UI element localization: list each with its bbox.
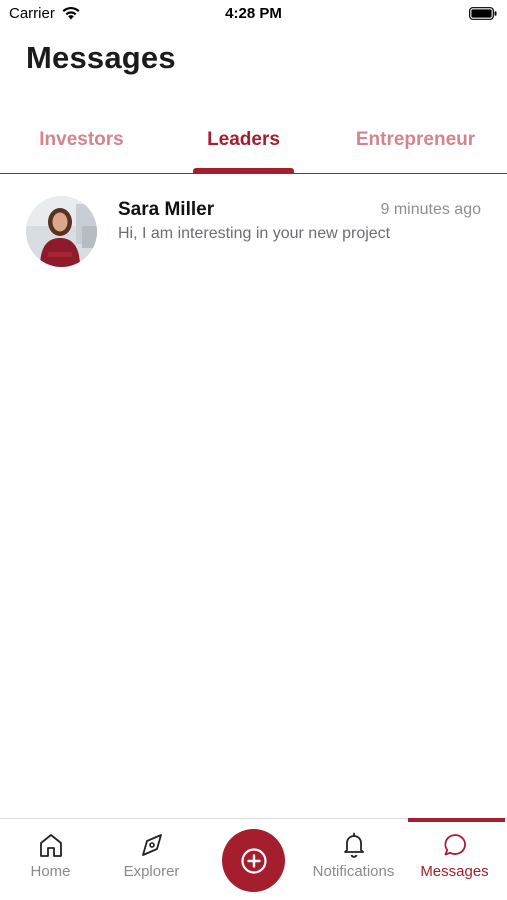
tab-entrepreneur[interactable]: Entrepreneur [324,106,507,174]
nav-messages-label: Messages [420,863,489,880]
compass-icon [141,834,162,856]
nav-explorer-label: Explorer [123,863,180,880]
tab-investors[interactable]: Investors [0,106,163,174]
nav-home[interactable]: Home [0,819,101,900]
bell-icon [343,832,364,858]
sender-name: Sara Miller [118,199,215,220]
active-tab-indicator [193,168,294,173]
nav-messages[interactable]: Messages [404,819,505,900]
plus-circle-icon [240,847,267,874]
message-list-item[interactable]: Sara Miller 9 minutes ago Hi, I am inter… [0,194,507,270]
page-title: Messages [26,40,176,75]
tab-leaders[interactable]: Leaders [163,106,324,174]
status-time: 4:28 PM [225,5,282,22]
battery-icon [469,7,497,20]
bottom-tab-bar: Home Explorer Notifications Messages [0,818,507,900]
status-bar: Carrier 4:28 PM [0,0,507,28]
nav-notifications-label: Notifications [312,863,395,880]
nav-explorer[interactable]: Explorer [101,819,202,900]
message-timestamp: 9 minutes ago [380,201,481,218]
message-category-tabs: Investors Leaders Entrepreneur [0,106,507,174]
avatar [26,196,97,267]
home-icon [39,834,62,857]
nav-home-label: Home [30,863,71,880]
nav-notifications[interactable]: Notifications [303,819,404,900]
chat-bubble-icon [443,834,466,856]
create-button[interactable] [222,829,285,892]
message-preview: Hi, I am interesting in your new project [118,225,391,242]
